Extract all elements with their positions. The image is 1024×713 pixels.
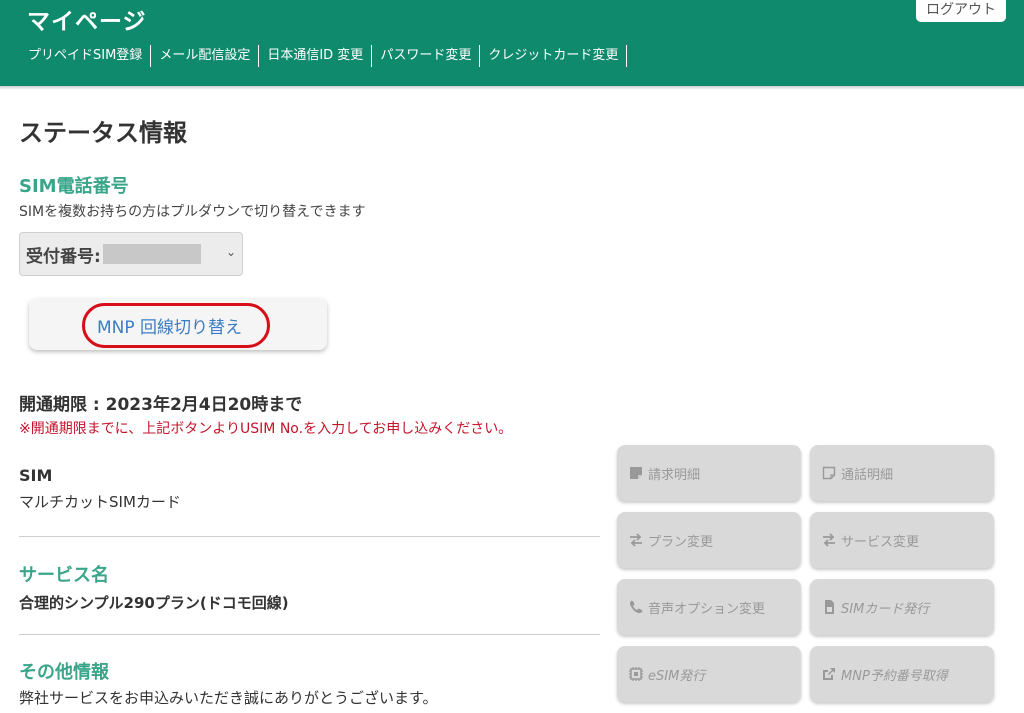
billing-details-button[interactable]: 請求明細 — [617, 445, 801, 501]
plan-change-button[interactable]: プラン変更 — [617, 512, 801, 568]
mnp-number-request-label: MNP予約番号取得 — [841, 668, 948, 684]
header-nav: プリペイドSIM登録 メール配信設定 日本通信ID 変更 パスワード変更 クレジ… — [20, 44, 628, 68]
esim-issue-button[interactable]: eSIM発行 — [617, 646, 801, 702]
header: マイページ ログアウト プリペイドSIM登録 メール配信設定 日本通信ID 変更… — [0, 0, 1024, 86]
other-info-heading: その他情報 — [19, 662, 109, 683]
nav-prepaid-sim[interactable]: プリペイドSIM登録 — [20, 45, 152, 67]
call-details-button[interactable]: 通話明細 — [810, 445, 994, 501]
page-title: ステータス情報 — [19, 119, 187, 147]
page-header-title: マイページ — [27, 9, 147, 35]
note-icon — [822, 466, 836, 480]
divider — [19, 634, 600, 635]
phone-icon — [630, 600, 643, 614]
divider — [19, 536, 600, 537]
service-heading: サービス名 — [19, 565, 109, 586]
note-icon — [630, 467, 642, 479]
billing-details-label: 請求明細 — [648, 467, 701, 483]
select-label: 受付番号: — [26, 246, 101, 267]
voice-option-change-button[interactable]: 音声オプション変更 — [617, 579, 801, 635]
plan-change-label: プラン変更 — [648, 534, 714, 550]
swap-icon — [630, 533, 642, 547]
service-change-label: サービス変更 — [841, 534, 920, 550]
mnp-number-request-button[interactable]: MNP予約番号取得 — [810, 646, 994, 702]
chip-icon — [629, 667, 643, 681]
activation-deadline: 開通期限 : 2023年2月4日20時まで — [19, 395, 303, 415]
sim-number-select[interactable]: 受付番号: ⌄ — [19, 232, 243, 276]
sim-card-issue-label: SIMカード発行 — [841, 601, 930, 617]
nav-id-change[interactable]: 日本通信ID 変更 — [259, 45, 373, 67]
chevron-down-icon: ⌄ — [225, 245, 236, 259]
service-change-button[interactable]: サービス変更 — [810, 512, 994, 568]
other-info-value: 弊社サービスをお申込みいただき誠にありがとうございます。 — [19, 689, 438, 707]
swap-icon — [823, 533, 835, 547]
nav-password-change[interactable]: パスワード変更 — [372, 45, 481, 67]
sim-number-description: SIMを複数お持ちの方はプルダウンで切り替えできます — [19, 204, 366, 220]
logout-button[interactable]: ログアウト — [916, 0, 1006, 22]
sim-card-issue-button[interactable]: SIMカード発行 — [810, 579, 994, 635]
esim-issue-label: eSIM発行 — [648, 668, 706, 684]
service-value: 合理的シンプル290プラン(ドコモ回線) — [19, 594, 289, 612]
deadline-notice: ※開通期限までに、上記ボタンよりUSIM No.を入力してお申し込みください。 — [19, 421, 513, 437]
sim-value: マルチカットSIMカード — [19, 493, 181, 511]
mnp-switch-button[interactable]: MNP 回線切り替え — [97, 313, 242, 338]
voice-option-change-label: 音声オプション変更 — [648, 601, 766, 617]
sim-card-icon — [825, 600, 834, 614]
nav-mail-settings[interactable]: メール配信設定 — [151, 45, 260, 67]
sim-number-heading: SIM電話番号 — [19, 176, 129, 197]
header-shadow — [0, 86, 1024, 90]
call-details-label: 通話明細 — [841, 467, 894, 483]
share-icon — [823, 668, 835, 680]
nav-credit-card-change[interactable]: クレジットカード変更 — [480, 45, 628, 67]
sim-label: SIM — [19, 466, 53, 485]
masked-number — [102, 244, 201, 264]
